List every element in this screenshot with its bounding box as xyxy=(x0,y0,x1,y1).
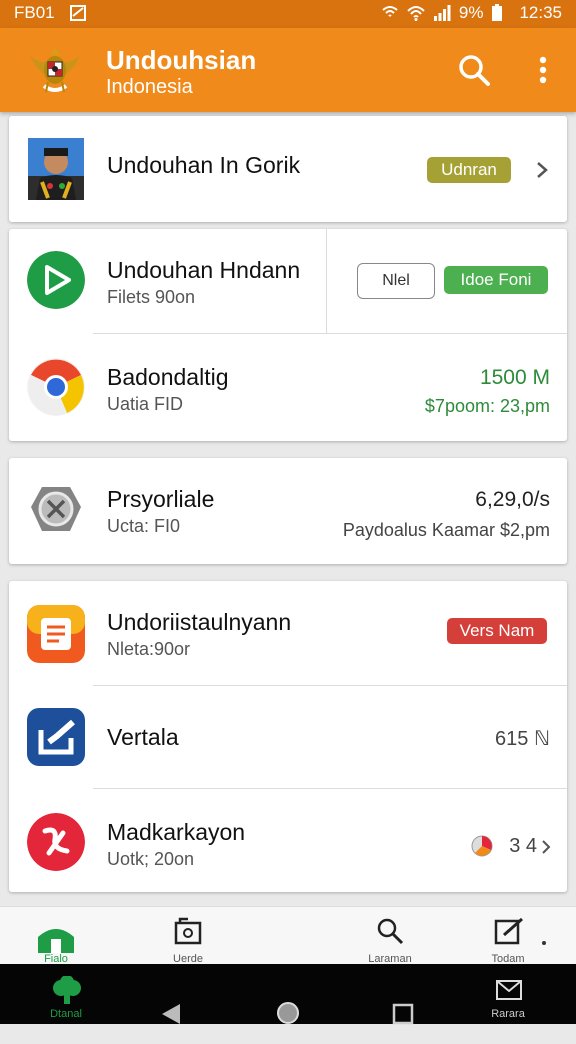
app-title: Undouhsian xyxy=(106,45,257,75)
signal-icon xyxy=(433,5,451,21)
list-item[interactable]: Badondaltig Uatia FID 1500 M $7poom: 23,… xyxy=(9,334,567,441)
divider xyxy=(326,229,327,333)
battery-percent: 9% xyxy=(458,3,484,22)
cancel-circle-icon xyxy=(31,487,81,531)
list-item[interactable]: Undouhan Hndann Filets 90on Nlel Idoe Fo… xyxy=(9,229,567,333)
item-title: Prsyorliale xyxy=(107,486,215,512)
chevron-right-icon[interactable] xyxy=(535,160,549,180)
nav-search[interactable]: Laraman xyxy=(350,907,430,965)
chevron-right-icon[interactable] xyxy=(541,839,551,855)
back-icon[interactable] xyxy=(160,984,184,1044)
download-card-group-2[interactable]: Prsyorliale Ucta: FI0 6,29,0/s Paydoalus… xyxy=(9,458,567,564)
item-price: $7poom: 23,pm xyxy=(424,396,550,416)
bottom-navigation: Fialo Uerde Laraman Todam xyxy=(0,906,576,965)
clover-icon xyxy=(53,976,81,1004)
battery-icon xyxy=(492,4,503,21)
item-size: 6,29,0/s xyxy=(475,488,550,511)
item-title: Vertala xyxy=(107,724,179,750)
search-icon xyxy=(377,918,404,945)
item-subtitle: Nleta:90or xyxy=(107,639,191,659)
home-button-icon[interactable] xyxy=(276,983,300,1043)
list-item[interactable]: Madkarkayon Uotk; 20on 3 4 xyxy=(9,789,567,892)
nav-folder[interactable]: Uerde xyxy=(148,907,228,965)
notification-icon xyxy=(69,5,86,21)
item-size: 615 ℕ xyxy=(495,728,550,750)
mail-icon xyxy=(496,980,522,1000)
check-app-icon xyxy=(27,708,85,766)
folder-icon xyxy=(174,917,202,945)
item-subtitle: Ucta: FI0 xyxy=(107,516,181,536)
edit-icon xyxy=(494,917,523,945)
nav-label: Dtanal xyxy=(50,1008,82,1020)
document-app-icon xyxy=(27,605,85,663)
pie-status-icon xyxy=(471,835,493,857)
item-title: Madkarkayon xyxy=(107,819,246,845)
music-app-icon xyxy=(27,813,85,871)
item-count: 3 4 xyxy=(509,835,537,857)
list-item[interactable]: Vertala 615 ℕ xyxy=(9,686,567,788)
item-badge[interactable]: Udnran xyxy=(427,157,511,183)
system-navigation-bar: Dtanal Rarara xyxy=(0,964,576,1025)
vibrate-icon xyxy=(382,6,398,17)
item-size: 1500 M xyxy=(479,366,550,389)
item-title: Badondaltig xyxy=(107,364,229,390)
garuda-emblem-logo xyxy=(30,48,80,93)
status-text: FB01 xyxy=(14,3,55,22)
avatar xyxy=(28,138,84,200)
version-badge[interactable]: Vers Nam xyxy=(447,618,547,644)
nav-edit[interactable]: Todam xyxy=(468,907,548,965)
clock: 12:35 xyxy=(519,3,562,22)
download-card-group-1: Undouhan Hndann Filets 90on Nlel Idoe Fo… xyxy=(9,229,567,441)
nav-home[interactable]: Fialo xyxy=(16,907,96,965)
status-bar: FB01 9% 12:35 xyxy=(0,0,576,28)
item-subtitle: Filets 90on xyxy=(107,287,196,307)
wifi-icon xyxy=(407,6,425,21)
item-title: Undouhan Hndann xyxy=(107,257,301,283)
chrome-icon xyxy=(27,358,85,416)
item-subtitle: Uatia FID xyxy=(107,394,184,414)
item-title: Undoriistaulnyann xyxy=(107,609,292,635)
nav-dot xyxy=(542,941,546,945)
messages-button[interactable]: Rarara xyxy=(468,964,548,1024)
nav-label: Rarara xyxy=(491,1008,525,1020)
download-card-group-3: Undoriistaulnyann Nleta:90or Vers Nam Ve… xyxy=(9,581,567,892)
item-subtitle: Uotk; 20on xyxy=(107,849,195,869)
more-vert-icon[interactable] xyxy=(530,52,556,88)
secondary-button[interactable]: Nlel xyxy=(357,263,435,299)
play-app-icon xyxy=(27,251,85,309)
install-button[interactable]: Idoe Foni xyxy=(444,266,548,294)
recents-icon[interactable] xyxy=(392,984,414,1044)
assistant-button[interactable]: Dtanal xyxy=(26,964,106,1024)
list-item[interactable]: Undoriistaulnyann Nleta:90or Vers Nam xyxy=(9,581,567,685)
app-subtitle: Indonesia xyxy=(106,76,193,98)
item-title: Undouhan In Gorik xyxy=(107,152,301,178)
download-card-featured[interactable]: Undouhan In Gorik Udnran xyxy=(9,116,567,222)
home-icon xyxy=(38,929,74,953)
item-price: Paydoalus Kaamar $2,pm xyxy=(342,520,550,540)
search-icon[interactable] xyxy=(456,52,492,88)
app-bar: Undouhsian Indonesia xyxy=(0,28,576,112)
